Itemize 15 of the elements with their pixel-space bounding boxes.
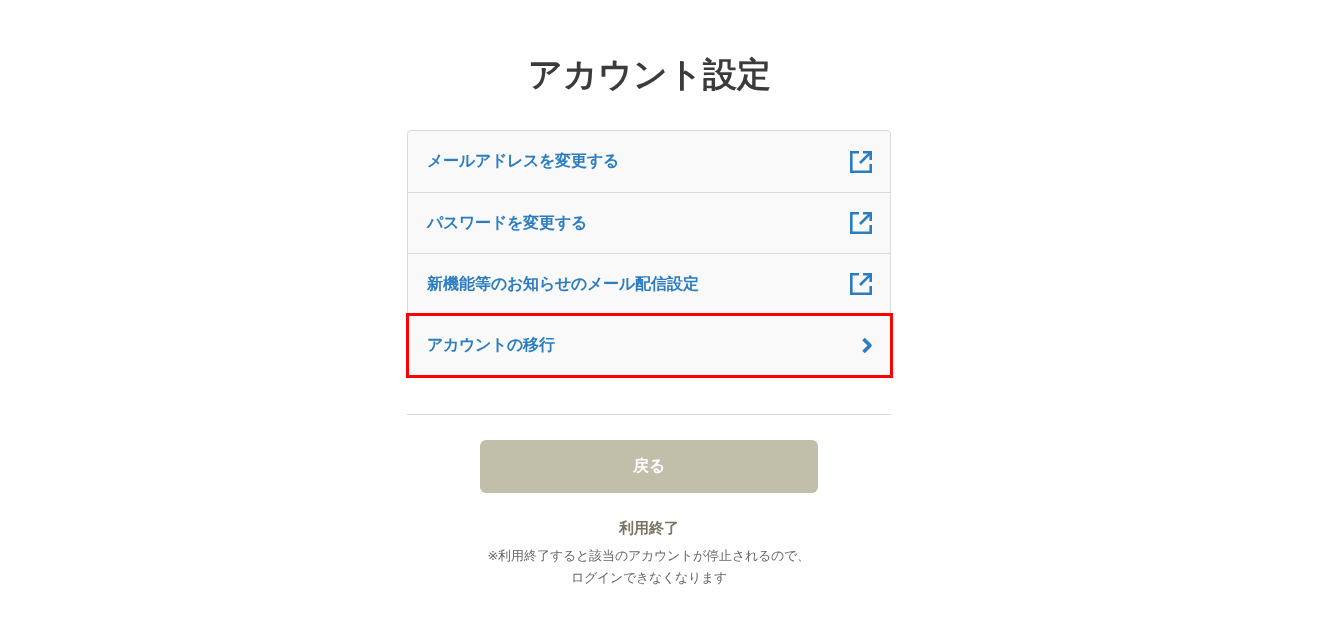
settings-row[interactable]: アカウントの移行: [406, 313, 893, 378]
settings-row[interactable]: 新機能等のお知らせのメール配信設定: [408, 253, 890, 314]
row-label: メールアドレスを変更する: [427, 151, 619, 172]
row-label: パスワードを変更する: [427, 212, 587, 234]
chevron-right-icon: [861, 337, 873, 354]
external-link-icon: [849, 211, 873, 235]
notice-text: ※利用終了すると該当のアカウントが停止されるので、 ログインできなくなります: [487, 547, 811, 587]
external-link-icon: [849, 149, 873, 174]
terminate-link[interactable]: 利用終了: [619, 517, 679, 539]
row-label: アカウントの移行: [427, 335, 555, 356]
settings-row[interactable]: メールアドレスを変更する: [408, 131, 890, 192]
row-label: 新機能等のお知らせのメール配信設定: [427, 273, 699, 295]
settings-row[interactable]: パスワードを変更する: [408, 192, 890, 253]
external-link-icon: [849, 272, 873, 296]
page-title: アカウント設定: [527, 53, 771, 96]
